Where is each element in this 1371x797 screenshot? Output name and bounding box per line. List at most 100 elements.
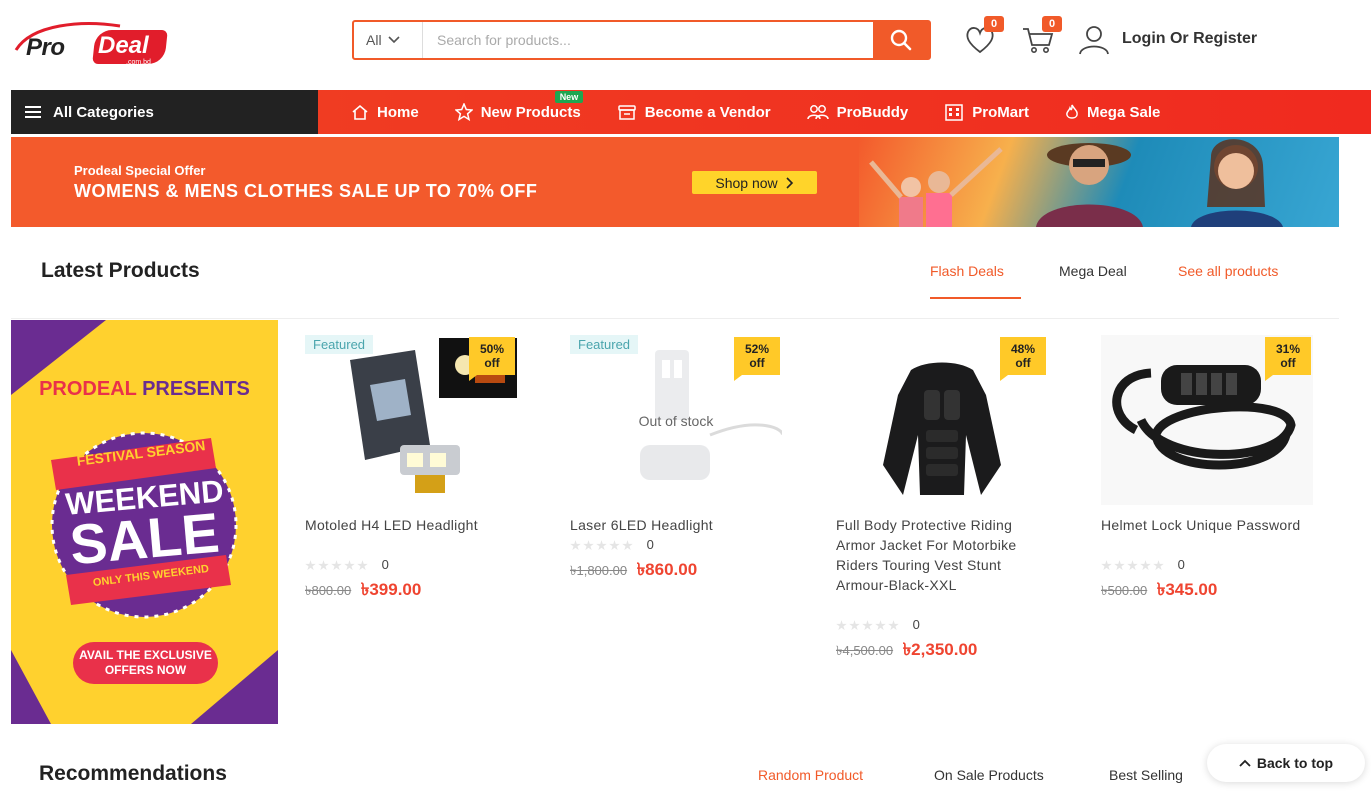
promo-presents-text: PRESENTS <box>142 378 250 400</box>
banner-people-image <box>869 139 1283 227</box>
product-price: ৳1,800.00 ৳860.00 <box>570 557 697 585</box>
product-rating: 0 <box>305 557 389 572</box>
sale-price: ৳2,350.00 <box>902 640 978 659</box>
user-icon-button[interactable] <box>1076 22 1112 58</box>
tab-flash-deals[interactable]: Flash Deals <box>930 263 1004 279</box>
tab-random-product[interactable]: Random Product <box>758 767 863 783</box>
search-input[interactable] <box>422 22 873 58</box>
product-image[interactable]: Featured 52% off Out of stock <box>570 335 784 505</box>
discount-percent: 52% <box>744 342 770 356</box>
product-name[interactable]: Laser 6LED Headlight <box>570 515 782 535</box>
discount-badge: 50% off <box>469 337 515 381</box>
nav-mega-sale[interactable]: Mega Sale <box>1065 104 1160 121</box>
new-tag-badge: New <box>554 91 584 103</box>
nav-new-products-label: New Products <box>480 103 581 121</box>
nav-become-vendor[interactable]: Become a Vendor <box>617 104 771 121</box>
fire-icon <box>1066 104 1078 119</box>
review-count: 0 <box>646 537 654 552</box>
recommendations-title: Recommendations <box>39 762 227 785</box>
back-to-top-button[interactable]: Back to top <box>1207 744 1365 782</box>
promo-cta-line2: OFFERS NOW <box>104 663 187 677</box>
nav-become-vendor-label: Become a Vendor <box>644 103 771 121</box>
tab-best-selling[interactable]: Best Selling <box>1109 767 1183 783</box>
search-button[interactable] <box>873 22 929 58</box>
wishlist-count-badge: 0 <box>984 16 1004 32</box>
discount-percent: 31% <box>1275 342 1301 356</box>
review-count: 0 <box>1177 557 1185 572</box>
search-category-select[interactable]: All <box>354 22 422 58</box>
tab-on-sale-products[interactable]: On Sale Products <box>934 767 1044 783</box>
product-rating: 0 <box>1101 557 1185 572</box>
building-icon <box>945 104 964 121</box>
product-rating: 0 <box>570 537 654 552</box>
site-header: Pro Deal .com.bd All 0 0 Login Or Regist… <box>0 0 1371 90</box>
logo-domain-text: .com.bd <box>126 59 151 66</box>
discount-badge: 31% off <box>1265 337 1311 381</box>
old-price: ৳500.00 <box>1101 583 1148 598</box>
nav-new-products[interactable]: New Products New <box>454 91 584 121</box>
nav-promart[interactable]: ProMart <box>944 103 1029 121</box>
discount-off-label: off <box>1015 356 1031 370</box>
search-bar: All <box>352 20 931 60</box>
review-count: 0 <box>381 557 389 572</box>
product-image[interactable]: 31% off <box>1101 335 1313 505</box>
users-icon <box>806 105 829 120</box>
promo-banner[interactable]: Prodeal Special Offer WOMENS & MENS CLOT… <box>11 137 1339 227</box>
banner-headline: WOMENS & MENS CLOTHES SALE UP TO 70% OFF <box>74 181 538 201</box>
banner-subtitle: Prodeal Special Offer <box>74 163 206 178</box>
old-price: ৳800.00 <box>305 583 352 598</box>
see-all-products-link[interactable]: See all products <box>1178 263 1278 279</box>
sale-price: ৳860.00 <box>636 560 698 579</box>
cart-count-badge: 0 <box>1042 16 1062 32</box>
promo-prodeal-text: PRODEAL <box>39 378 137 400</box>
product-image[interactable]: Featured 50% off <box>305 335 517 505</box>
shop-now-label: Shop now <box>715 174 778 191</box>
login-register-link[interactable]: Login Or Register <box>1122 30 1257 48</box>
star-rating-icons <box>305 560 368 571</box>
old-price: ৳1,800.00 <box>570 563 628 578</box>
featured-badge: Featured <box>570 335 639 354</box>
nav-links: Home New Products New Become a Vendor Pr… <box>351 90 1160 134</box>
discount-badge: 48% off <box>1000 337 1046 381</box>
shop-now-button[interactable]: Shop now <box>692 171 817 194</box>
tab-mega-deal[interactable]: Mega Deal <box>1059 263 1127 279</box>
discount-badge: 52% off <box>734 337 780 381</box>
main-nav: All Categories Home New Products New Bec… <box>11 90 1371 134</box>
chevron-up-icon <box>1239 759 1251 767</box>
discount-off-label: off <box>484 356 500 370</box>
section-divider <box>11 318 1339 319</box>
product-rating: 0 <box>836 617 920 632</box>
star-icon <box>454 103 473 121</box>
search-category-label: All <box>366 32 382 48</box>
discount-percent: 48% <box>1010 342 1036 356</box>
nav-probuddy[interactable]: ProBuddy <box>806 104 908 121</box>
out-of-stock-label: Out of stock <box>638 413 714 429</box>
star-rating-icons <box>1101 560 1164 571</box>
nav-mega-sale-label: Mega Sale <box>1086 103 1161 121</box>
cart-button[interactable]: 0 <box>1020 16 1062 58</box>
review-count: 0 <box>912 617 920 632</box>
discount-off-label: off <box>749 356 765 370</box>
discount-percent: 50% <box>479 342 505 356</box>
product-image[interactable]: 48% off <box>836 335 1048 505</box>
hamburger-icon <box>25 106 41 118</box>
promo-presents-heading: PRODEAL PRESENTS <box>11 378 278 401</box>
weekend-sale-banner[interactable]: PRODEAL PRESENTS FESTIVAL SEASON WEEKEND… <box>11 320 278 724</box>
active-tab-underline <box>930 297 1021 299</box>
old-price: ৳4,500.00 <box>836 643 894 658</box>
nav-home-label: Home <box>377 103 419 121</box>
product-name[interactable]: Helmet Lock Unique Password <box>1101 515 1313 535</box>
product-name[interactable]: Full Body Protective Riding Armor Jacket… <box>836 515 1048 595</box>
all-categories-label: All Categories <box>53 103 154 121</box>
star-rating-icons <box>836 620 899 631</box>
product-name[interactable]: Motoled H4 LED Headlight <box>305 515 517 535</box>
all-categories-button[interactable]: All Categories <box>11 90 318 134</box>
promo-cta-text: AVAIL THE EXCLUSIVE OFFERS NOW <box>73 648 218 678</box>
nav-home[interactable]: Home <box>351 104 419 121</box>
search-icon <box>890 29 912 51</box>
chevron-right-icon <box>786 176 793 189</box>
wishlist-button[interactable]: 0 <box>962 16 1004 58</box>
featured-badge: Featured <box>305 335 374 354</box>
user-icon <box>1079 26 1109 55</box>
prodeal-logo[interactable]: Pro Deal .com.bd <box>12 20 168 70</box>
